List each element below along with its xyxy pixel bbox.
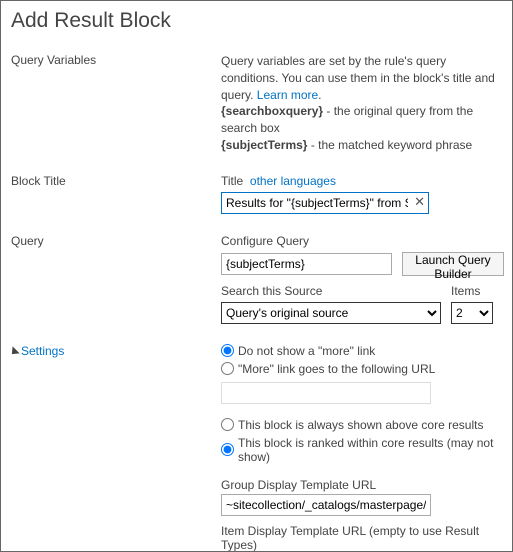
pos-above-radio[interactable] bbox=[221, 418, 234, 431]
settings-toggle[interactable]: Settings bbox=[21, 344, 64, 358]
page-title: Add Result Block bbox=[11, 9, 502, 33]
block-title-heading: Block Title bbox=[11, 174, 221, 188]
query-variables-heading: Query Variables bbox=[11, 53, 221, 67]
items-label: Items bbox=[451, 284, 493, 298]
title-label: Title bbox=[221, 174, 243, 188]
clear-icon[interactable]: ✕ bbox=[414, 194, 425, 210]
more-url-input[interactable] bbox=[221, 382, 431, 404]
qv-var2-name: {subjectTerms} bbox=[221, 138, 307, 152]
more-url-label: "More" link goes to the following URL bbox=[238, 362, 435, 376]
more-url-radio[interactable] bbox=[221, 362, 234, 375]
block-title-input[interactable] bbox=[221, 192, 429, 214]
qv-desc-suffix: . bbox=[318, 88, 321, 102]
configure-query-label: Configure Query bbox=[221, 234, 504, 248]
group-template-input[interactable] bbox=[221, 494, 431, 516]
item-template-label: Item Display Template URL (empty to use … bbox=[221, 524, 502, 552]
learn-more-link[interactable]: Learn more bbox=[257, 88, 318, 102]
qv-var1-name: {searchboxquery} bbox=[221, 104, 323, 118]
pos-within-radio[interactable] bbox=[221, 443, 234, 456]
other-languages-link[interactable]: other languages bbox=[250, 174, 336, 188]
configure-query-input[interactable] bbox=[221, 253, 392, 275]
collapse-caret-icon[interactable] bbox=[8, 346, 19, 357]
more-none-radio[interactable] bbox=[221, 344, 234, 357]
search-source-label: Search this Source bbox=[221, 284, 441, 298]
items-select[interactable]: 2 bbox=[451, 302, 493, 324]
launch-query-builder-button[interactable]: Launch Query Builder bbox=[402, 252, 505, 276]
query-heading: Query bbox=[11, 234, 221, 248]
pos-above-label: This block is always shown above core re… bbox=[238, 418, 483, 432]
more-none-label: Do not show a "more" link bbox=[238, 344, 375, 358]
search-source-select[interactable]: Query's original source bbox=[221, 302, 441, 324]
qv-var2-desc: - the matched keyword phrase bbox=[307, 138, 472, 152]
pos-within-label: This block is ranked within core results… bbox=[238, 436, 502, 464]
group-template-label: Group Display Template URL bbox=[221, 478, 502, 492]
